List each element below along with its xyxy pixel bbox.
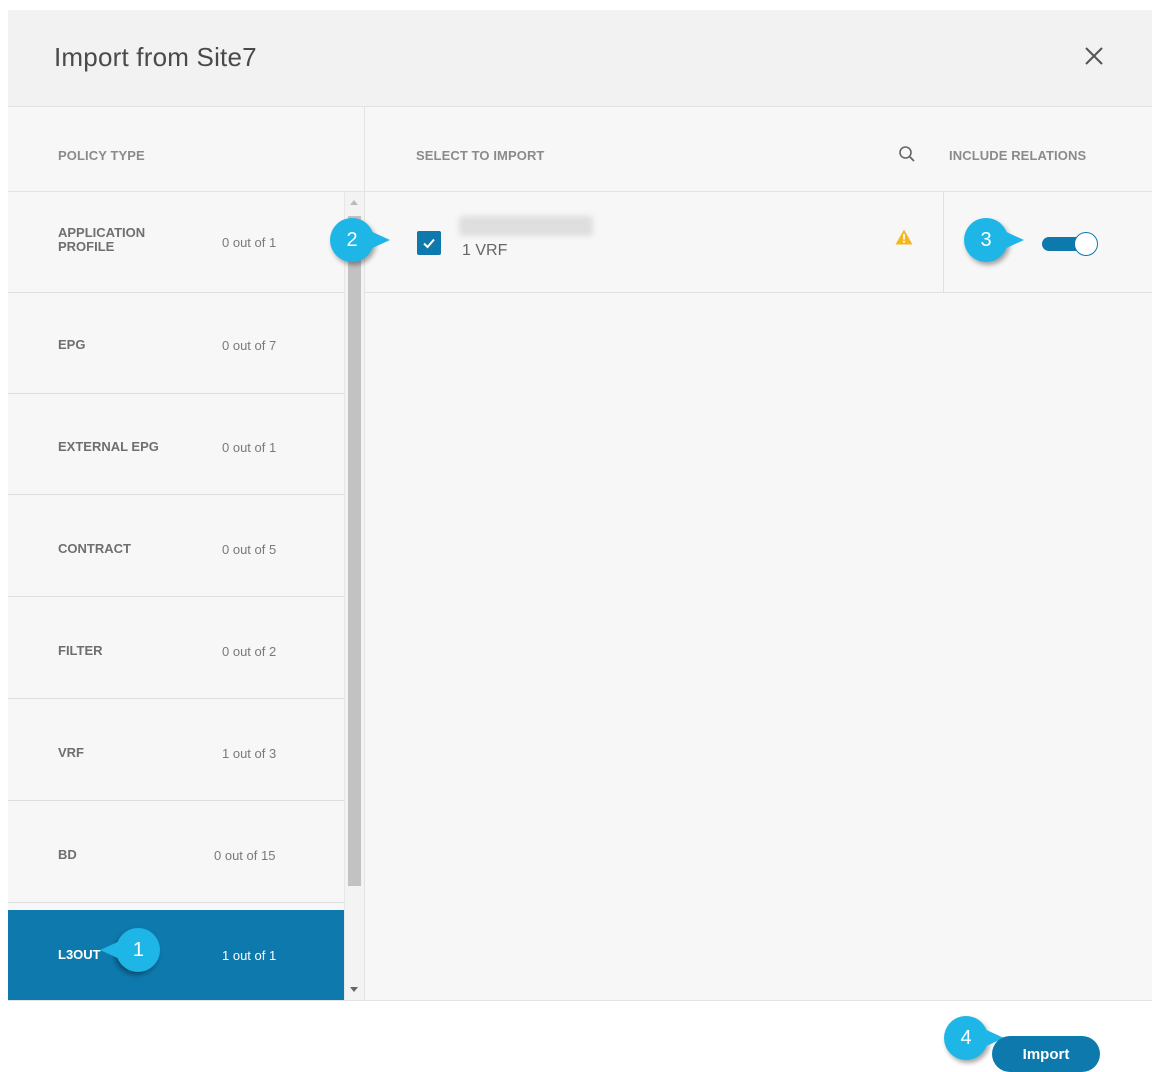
policy-type-header-label: POLICY TYPE bbox=[58, 148, 145, 163]
policy-list-scrollbar[interactable] bbox=[344, 192, 364, 1000]
policy-type-name: VRF bbox=[58, 745, 84, 760]
policy-type-l3out[interactable]: L3OUT 1 out of 1 bbox=[8, 910, 344, 1000]
policy-type-bd[interactable]: BD 0 out of 15 bbox=[8, 802, 344, 903]
policy-type-count: 0 out of 1 bbox=[222, 440, 277, 455]
import-header: SELECT TO IMPORT INCLUDE RELATIONS bbox=[365, 107, 1152, 192]
policy-type-count: 0 out of 2 bbox=[222, 644, 277, 659]
callout-marker-4: 4 bbox=[944, 1016, 1004, 1060]
import-item-name-redacted bbox=[459, 216, 593, 236]
policy-type-name-line2: PROFILE bbox=[58, 239, 115, 254]
import-list: 1 VRF bbox=[365, 192, 1152, 1000]
policy-type-count: 0 out of 1 bbox=[222, 235, 277, 250]
dialog-title: Import from Site7 bbox=[54, 42, 257, 72]
import-item-checkbox[interactable] bbox=[417, 231, 441, 255]
policy-type-list: APPLICATION PROFILE 0 out of 1 EPG 0 out… bbox=[8, 192, 344, 1000]
policy-type-epg[interactable]: EPG 0 out of 7 bbox=[8, 293, 344, 394]
callout-marker-1: 1 bbox=[116, 928, 160, 972]
callout-marker-3: 3 bbox=[964, 218, 1024, 262]
scroll-thumb[interactable] bbox=[348, 216, 361, 886]
callout-marker-2: 2 bbox=[330, 218, 390, 262]
import-item-row[interactable]: 1 VRF bbox=[365, 192, 1152, 293]
policy-type-application-profile[interactable]: APPLICATION PROFILE 0 out of 1 bbox=[8, 192, 344, 293]
scroll-up-icon[interactable] bbox=[350, 200, 358, 205]
row-divider bbox=[943, 192, 944, 293]
include-relations-header-label: INCLUDE RELATIONS bbox=[949, 148, 1087, 163]
policy-type-name: CONTRACT bbox=[58, 541, 131, 556]
policy-type-count: 0 out of 5 bbox=[222, 542, 277, 557]
search-icon[interactable] bbox=[898, 145, 916, 163]
policy-type-name: FILTER bbox=[58, 643, 103, 658]
policy-type-count: 1 out of 1 bbox=[222, 948, 277, 963]
warning-icon[interactable] bbox=[895, 229, 913, 245]
toggle-knob bbox=[1074, 232, 1098, 256]
policy-type-count: 1 out of 3 bbox=[222, 746, 277, 761]
policy-type-name: EXTERNAL EPG bbox=[58, 439, 159, 454]
policy-type-vrf[interactable]: VRF 1 out of 3 bbox=[8, 700, 344, 801]
policy-type-count: 0 out of 15 bbox=[214, 848, 276, 863]
dialog-header: Import from Site7 bbox=[8, 10, 1152, 107]
policy-type-name: BD bbox=[58, 847, 77, 862]
policy-type-name: EPG bbox=[58, 337, 86, 352]
import-button[interactable]: Import bbox=[992, 1036, 1100, 1072]
import-item-subtitle: 1 VRF bbox=[462, 242, 508, 259]
close-icon[interactable] bbox=[1080, 42, 1108, 70]
import-dialog: Import from Site7 POLICY TYPE SELECT TO … bbox=[8, 10, 1152, 1064]
policy-type-header: POLICY TYPE bbox=[8, 107, 364, 192]
checkmark-icon bbox=[423, 238, 435, 249]
policy-type-contract[interactable]: CONTRACT 0 out of 5 bbox=[8, 496, 344, 597]
policy-type-external-epg[interactable]: EXTERNAL EPG 0 out of 1 bbox=[8, 394, 344, 495]
select-to-import-header-label: SELECT TO IMPORT bbox=[416, 148, 545, 163]
policy-type-name: L3OUT bbox=[58, 947, 101, 962]
include-relations-toggle[interactable] bbox=[1042, 232, 1098, 256]
policy-type-name: APPLICATION bbox=[58, 225, 146, 240]
scroll-down-icon[interactable] bbox=[350, 987, 358, 992]
policy-type-filter[interactable]: FILTER 0 out of 2 bbox=[8, 598, 344, 699]
policy-type-count: 0 out of 7 bbox=[222, 338, 277, 353]
